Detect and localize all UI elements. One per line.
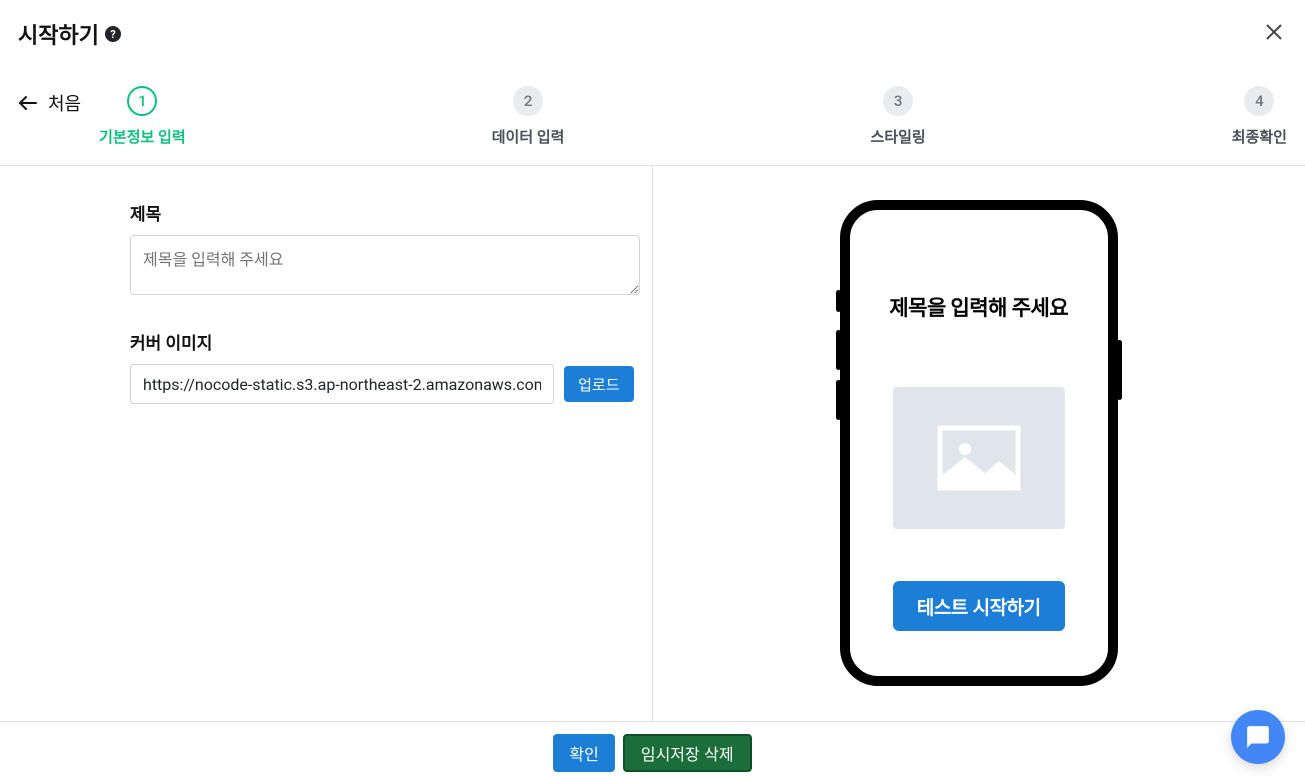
step-circle: 3 [883,86,913,116]
stepper-row: 처음 1 기본정보 입력 2 데이터 입력 3 스타일링 4 최종확인 [0,68,1305,166]
title-field-label: 제목 [130,200,634,225]
chat-icon [1245,724,1271,750]
step-label: 스타일링 [871,126,926,147]
step-label: 데이터 입력 [492,126,565,147]
left-panel: 제목 커버 이미지 업로드 [0,166,653,734]
cover-field-label: 커버 이미지 [130,329,634,354]
preview-start-button: 테스트 시작하기 [893,581,1065,631]
back-button[interactable]: 처음 [0,90,99,116]
step-label: 기본정보 입력 [99,126,186,147]
close-icon [1265,23,1283,41]
header: 시작하기 ? [0,0,1305,68]
step-circle: 2 [513,86,543,116]
step-data-input[interactable]: 2 데이터 입력 [492,86,565,147]
step-label: 최종확인 [1232,126,1287,147]
close-button[interactable] [1261,19,1287,49]
step-circle: 4 [1244,86,1274,116]
step-basic-info[interactable]: 1 기본정보 입력 [99,86,186,147]
page-title: 시작하기 [18,18,99,50]
preview-title: 제목을 입력해 주세요 [889,292,1068,322]
phone-button-decoration [836,290,841,312]
phone-button-decoration [1117,340,1122,400]
phone-button-decoration [836,330,841,370]
title-input[interactable] [130,235,640,295]
phone-button-decoration [836,380,841,420]
step-styling[interactable]: 3 스타일링 [871,86,926,147]
chat-bubble-button[interactable] [1231,710,1285,764]
cover-row: 업로드 [130,364,634,404]
back-label: 처음 [48,90,81,116]
upload-button[interactable]: 업로드 [564,366,633,402]
step-final-check[interactable]: 4 최종확인 [1232,86,1287,147]
image-placeholder-icon [937,425,1021,491]
steps: 1 기본정보 입력 2 데이터 입력 3 스타일링 4 최종확인 [99,86,1305,147]
right-panel: 제목을 입력해 주세요 테스트 시작하기 [653,166,1305,734]
confirm-button[interactable]: 확인 [553,734,614,772]
main-content: 제목 커버 이미지 업로드 제목을 입력해 주세요 [0,166,1305,734]
step-circle: 1 [127,86,157,116]
cover-url-input[interactable] [130,364,554,404]
arrow-left-icon [18,95,38,111]
delete-draft-button[interactable]: 임시저장 삭제 [623,734,752,772]
preview-image-placeholder [893,387,1065,529]
header-title-wrap: 시작하기 ? [18,18,121,50]
help-icon[interactable]: ? [105,26,121,42]
phone-preview: 제목을 입력해 주세요 테스트 시작하기 [840,200,1118,686]
footer: 확인 임시저장 삭제 [0,721,1305,784]
